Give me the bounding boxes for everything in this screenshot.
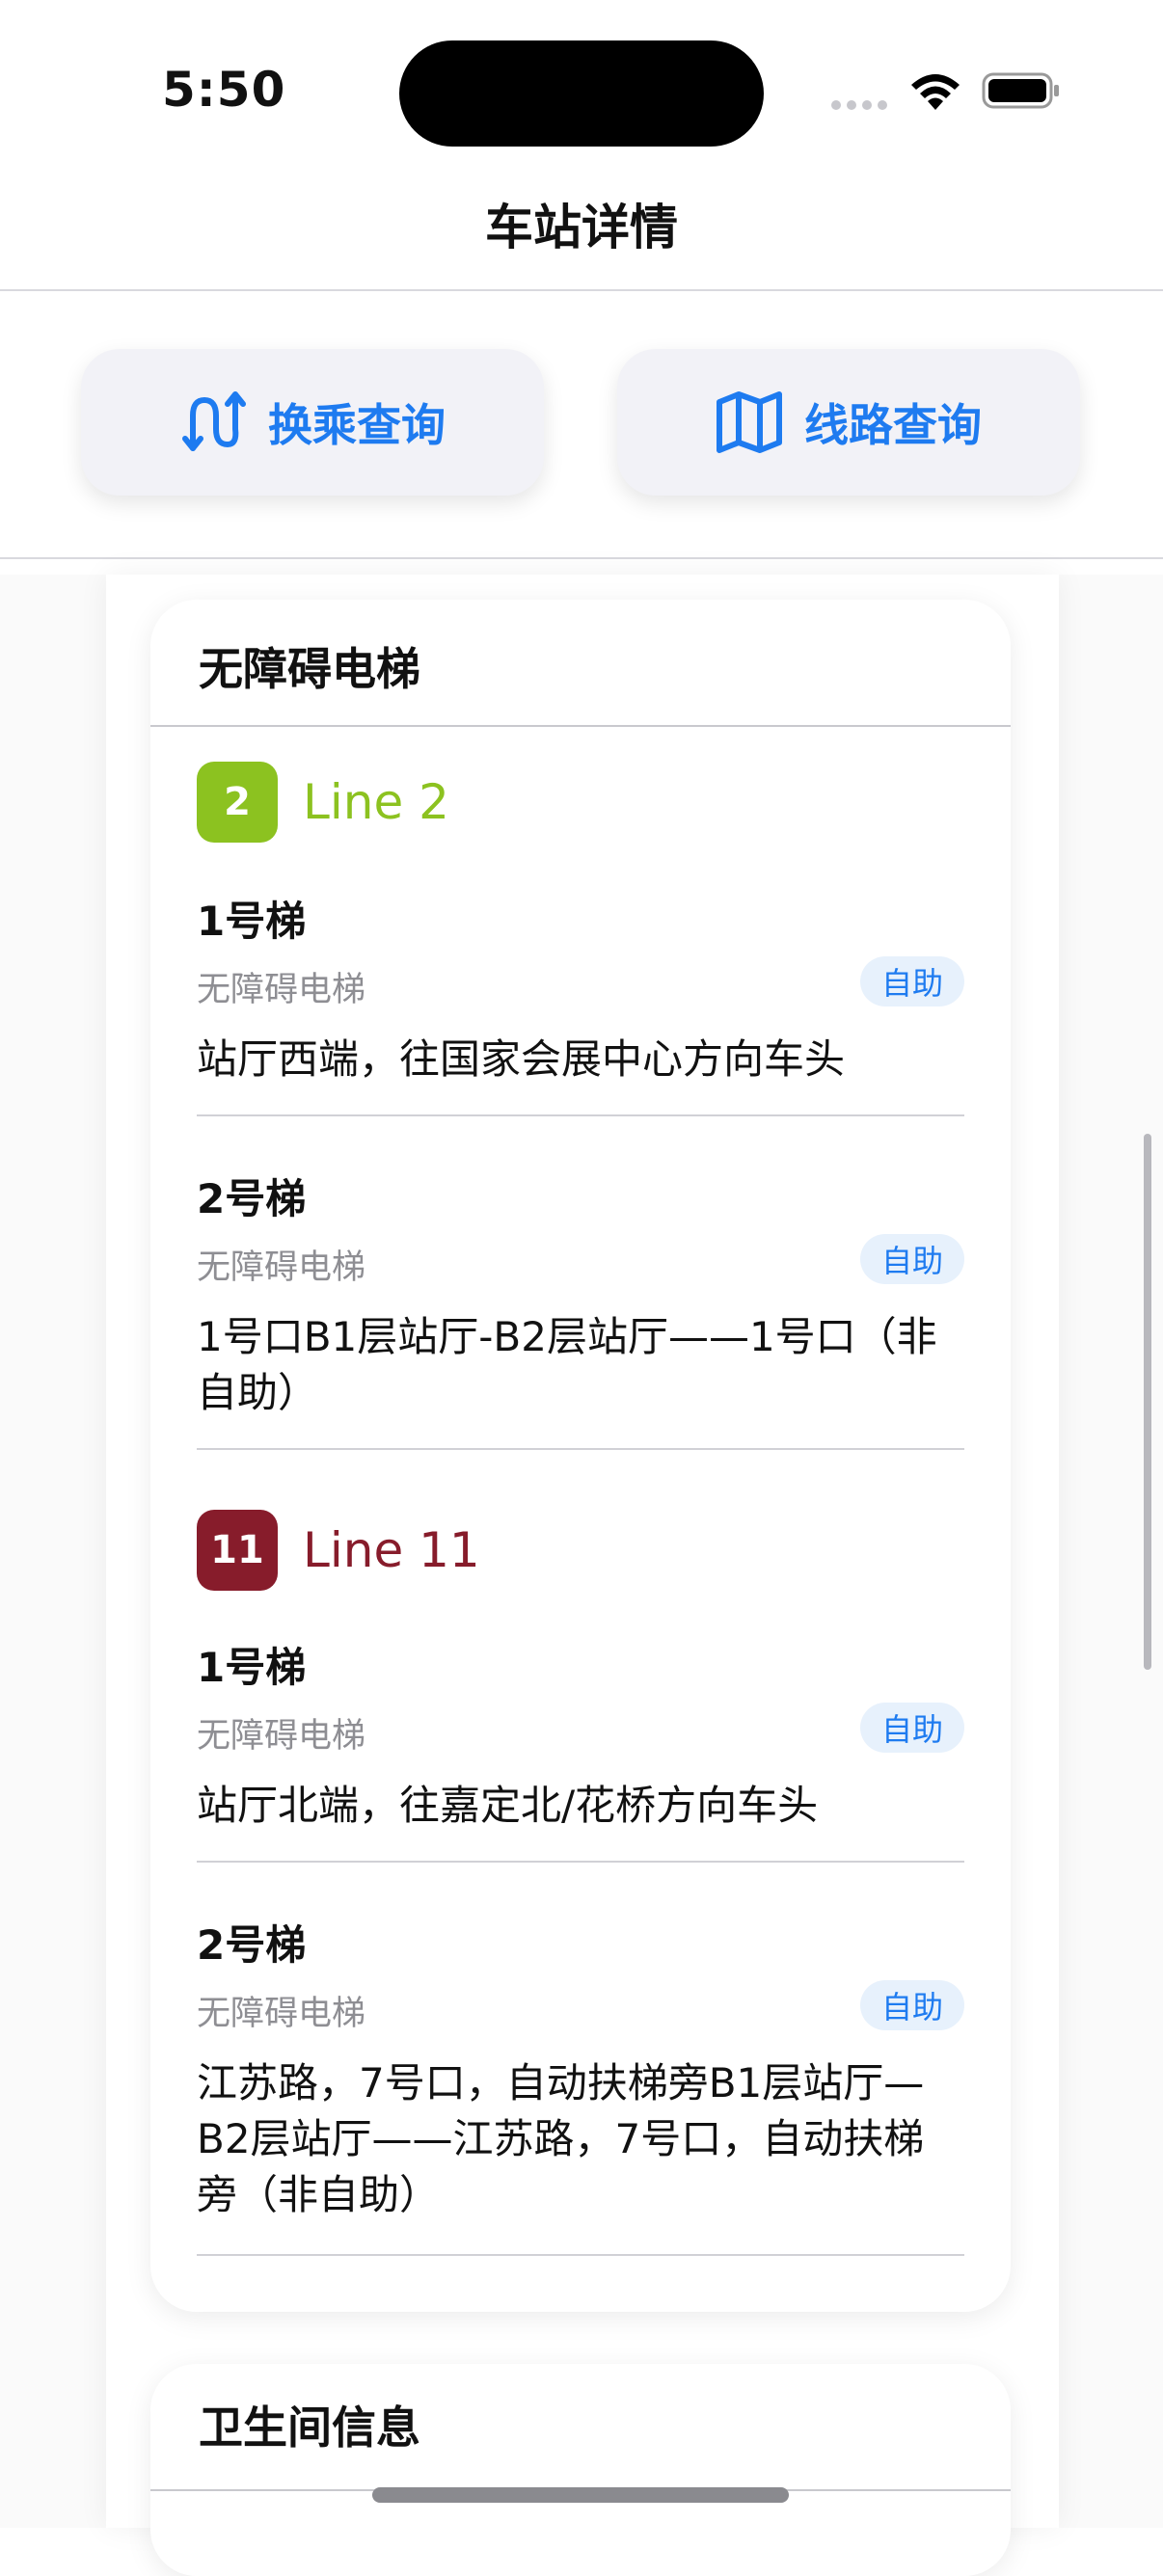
line-name: Line 2 [303,774,449,830]
list-item: 2号梯 无障碍电梯 自助 1号口B1层站厅-B2层站厅——1号口（非自助） [197,1167,964,1416]
list-item: 2号梯 无障碍电梯 自助 江苏路，7号口，自动扶梯旁B1层站厅—B2层站厅——江… [197,1913,964,2218]
actions-divider [0,557,1163,559]
list-divider [197,1861,964,1863]
status-bar: 5:50 [0,0,1163,174]
list-divider [197,2254,964,2256]
line-name: Line 11 [303,1522,480,1578]
self-service-badge: 自助 [859,956,964,1006]
elevator-type: 无障碍电梯 [197,1995,366,2033]
elevator-name: 1号梯 [197,898,307,945]
home-indicator[interactable] [372,2487,789,2503]
elevator-type: 无障碍电梯 [197,1248,366,1287]
card-title-divider [150,725,1011,727]
restroom-card: 卫生间信息 [150,2364,1011,2576]
self-service-badge: 自助 [859,1980,964,2030]
page-title: 车站详情 [485,200,678,255]
card-title: 无障碍电梯 [199,643,420,695]
card-title: 卫生间信息 [199,2402,420,2454]
dynamic-island [399,40,764,147]
line-header-line-2: 2 Line 2 [197,762,449,843]
cellular-signal-icon [831,100,887,110]
list-item: 1号梯 无障碍电梯 自助 站厅北端，往嘉定北/花桥方向车头 [197,1635,964,1829]
route-query-button[interactable]: 线路查询 [617,349,1080,496]
nav-divider [0,289,1163,291]
map-icon [717,391,782,453]
line-header-line-11: 11 Line 11 [197,1510,480,1591]
route-query-label: 线路查询 [804,399,982,451]
line-badge: 11 [197,1510,278,1591]
elevator-name: 1号梯 [197,1644,307,1691]
elevator-type: 无障碍电梯 [197,971,366,1009]
scroll-indicator[interactable] [1144,1134,1151,1670]
scroll-background-left [0,575,106,2528]
elevator-name: 2号梯 [197,1175,307,1222]
elevator-description: 站厅北端，往嘉定北/花桥方向车头 [197,1782,819,1829]
transfer-query-label: 换乘查询 [268,399,446,451]
list-divider [197,1448,964,1450]
status-time: 5:50 [162,62,286,118]
line-badge: 2 [197,762,278,843]
transfer-query-button[interactable]: 换乘查询 [81,349,544,496]
elevator-description: 1号口B1层站厅-B2层站厅——1号口（非自助） [197,1313,937,1416]
elevator-type: 无障碍电梯 [197,1717,366,1756]
elevator-card: 无障碍电梯 2 Line 2 1号梯 无障碍电梯 自助 站厅西端，往国家会展中心… [150,600,1011,2312]
battery-icon [982,72,1059,109]
elevator-description: 江苏路，7号口，自动扶梯旁B1层站厅—B2层站厅——江苏路，7号口，自动扶梯旁（… [197,2059,925,2218]
elevator-description: 站厅西端，往国家会展中心方向车头 [197,1035,846,1083]
elevator-name: 2号梯 [197,1921,307,1969]
list-divider [197,1114,964,1116]
self-service-badge: 自助 [859,1234,964,1284]
list-item: 1号梯 无障碍电梯 自助 站厅西端，往国家会展中心方向车头 [197,889,964,1083]
self-service-badge: 自助 [859,1703,964,1753]
transfer-arrows-icon [182,391,246,451]
wifi-icon [911,74,960,110]
